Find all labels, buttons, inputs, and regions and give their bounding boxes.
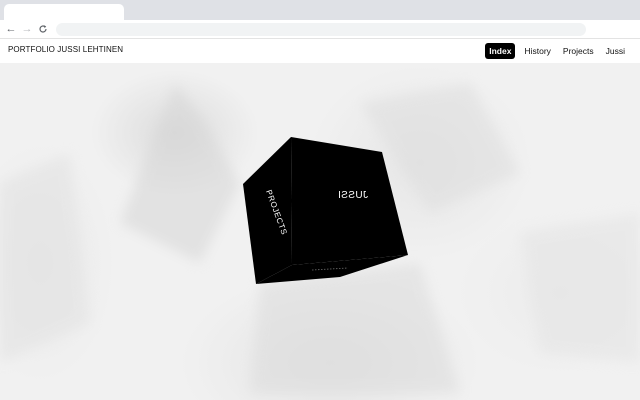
reload-icon[interactable]	[37, 23, 49, 35]
arrow-right-icon[interactable]: →	[21, 23, 33, 35]
browser-toolbar: ← →	[0, 20, 640, 39]
address-bar[interactable]	[56, 23, 586, 36]
site-title[interactable]: PORTFOLIO JUSSI LEHTINEN	[8, 45, 123, 54]
cube-left-face[interactable]	[243, 137, 292, 284]
site-header: PORTFOLIO JUSSI LEHTINEN Index History P…	[0, 39, 640, 63]
cube[interactable]: PROJECTS JUSSI	[243, 137, 408, 284]
cube-label-jussi[interactable]: JUSSI	[338, 190, 368, 201]
cube-front-face[interactable]	[291, 137, 408, 265]
hero-stage: PROJECTS JUSSI	[0, 63, 640, 400]
nav-projects[interactable]: Projects	[560, 43, 597, 59]
main-nav: Index History Projects Jussi	[485, 43, 628, 59]
browser-tab-strip	[0, 0, 640, 21]
arrow-left-icon[interactable]: ←	[5, 23, 17, 35]
nav-history[interactable]: History	[521, 43, 553, 59]
browser-tab[interactable]	[4, 4, 124, 21]
cube-stage: PROJECTS JUSSI	[243, 137, 408, 284]
nav-index[interactable]: Index	[485, 43, 516, 59]
nav-jussi[interactable]: Jussi	[603, 43, 628, 59]
